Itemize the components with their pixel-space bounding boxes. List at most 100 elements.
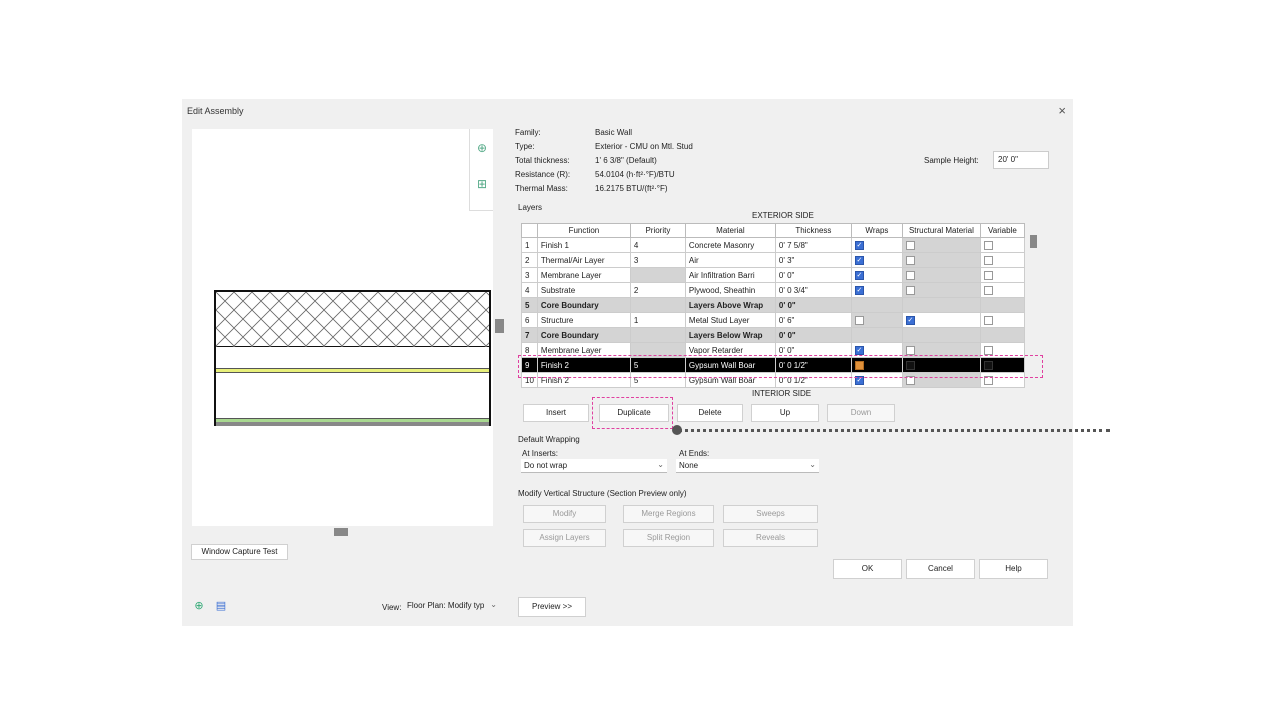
function-cell[interactable]: Structure <box>536 312 631 328</box>
wraps-cell[interactable] <box>850 297 903 313</box>
variable-cell[interactable] <box>979 312 1025 328</box>
column-header[interactable]: Function <box>536 223 631 238</box>
preview-scroll-thumb[interactable] <box>495 319 504 333</box>
table-row[interactable]: 1 Finish 1 4 Concrete Masonry 0' 7 5/8" ✓ <box>521 237 1025 253</box>
function-cell[interactable]: Core Boundary <box>536 327 631 343</box>
structural-material-cell[interactable] <box>901 237 981 253</box>
variable-checkbox[interactable] <box>983 270 993 280</box>
at-ends-select[interactable]: None ⌄ <box>676 459 819 473</box>
sample-height-input[interactable]: 20' 0" <box>993 151 1049 169</box>
preview-toggle-button[interactable]: Preview >> <box>518 597 586 617</box>
table-row[interactable]: 2 Thermal/Air Layer 3 Air 0' 3" ✓ <box>521 252 1025 268</box>
variable-cell[interactable] <box>979 357 1025 373</box>
priority-cell[interactable] <box>629 327 686 343</box>
column-header[interactable]: Priority <box>629 223 686 238</box>
material-cell[interactable]: Gypsum Wall Boar <box>684 357 776 373</box>
column-header[interactable] <box>521 223 538 238</box>
row-number[interactable]: 5 <box>521 297 538 313</box>
priority-cell[interactable] <box>629 297 686 313</box>
function-cell[interactable]: Finish 1 <box>536 237 631 253</box>
thickness-cell[interactable]: 0' 0" <box>774 327 852 343</box>
thickness-cell[interactable]: 0' 0 1/2" <box>774 372 852 388</box>
plan-view-icon[interactable]: ▤ <box>214 599 228 613</box>
at-inserts-select[interactable]: Do not wrap ⌄ <box>521 459 667 473</box>
wraps-checkbox[interactable]: ✓ <box>854 345 864 355</box>
thickness-cell[interactable]: 0' 0 3/4" <box>774 282 852 298</box>
priority-cell[interactable]: 5 <box>629 372 686 388</box>
down-button[interactable]: Down <box>827 404 895 422</box>
wraps-checkbox[interactable] <box>854 360 864 370</box>
wraps-cell[interactable] <box>850 312 903 328</box>
table-row[interactable]: 5 Core Boundary Layers Above Wrap 0' 0" <box>521 297 1025 313</box>
structural-material-checkbox[interactable]: ✓ <box>905 315 915 325</box>
table-row[interactable]: 6 Structure 1 Metal Stud Layer 0' 6" ✓ <box>521 312 1025 328</box>
delete-button[interactable]: Delete <box>677 404 743 422</box>
close-icon[interactable]: × <box>1058 103 1066 118</box>
variable-checkbox[interactable] <box>983 285 993 295</box>
material-cell[interactable]: Layers Above Wrap <box>684 297 776 313</box>
material-cell[interactable]: Metal Stud Layer <box>684 312 776 328</box>
structural-material-checkbox[interactable] <box>905 345 915 355</box>
structural-material-cell[interactable] <box>901 342 981 358</box>
view-select[interactable]: Floor Plan: Modify typ ⌄ <box>404 599 500 613</box>
structural-material-cell[interactable] <box>901 297 981 313</box>
merge-regions-button[interactable]: Merge Regions <box>623 505 714 523</box>
row-number[interactable]: 4 <box>521 282 538 298</box>
table-row[interactable]: 9 Finish 2 5 Gypsum Wall Boar 0' 0 1/2" <box>521 357 1025 373</box>
thickness-cell[interactable]: 0' 6" <box>774 312 852 328</box>
function-cell[interactable]: Finish 2 <box>536 357 631 373</box>
variable-cell[interactable] <box>979 237 1025 253</box>
section-view-icon[interactable]: ⊕ <box>192 599 206 613</box>
wraps-cell[interactable] <box>850 357 903 373</box>
structural-material-checkbox[interactable] <box>905 255 915 265</box>
row-number[interactable]: 8 <box>521 342 538 358</box>
wraps-checkbox[interactable] <box>854 315 864 325</box>
priority-cell[interactable] <box>629 267 686 283</box>
row-number[interactable]: 3 <box>521 267 538 283</box>
variable-cell[interactable] <box>979 342 1025 358</box>
variable-cell[interactable] <box>979 282 1025 298</box>
row-number[interactable]: 9 <box>521 357 538 373</box>
function-cell[interactable]: Membrane Layer <box>536 342 631 358</box>
wraps-checkbox[interactable]: ✓ <box>854 375 864 385</box>
wraps-cell[interactable] <box>850 327 903 343</box>
row-number[interactable]: 10 <box>521 372 538 388</box>
structural-material-checkbox[interactable] <box>905 270 915 280</box>
variable-cell[interactable] <box>979 327 1025 343</box>
variable-checkbox[interactable] <box>983 255 993 265</box>
priority-cell[interactable]: 1 <box>629 312 686 328</box>
row-number[interactable]: 1 <box>521 237 538 253</box>
table-row[interactable]: 8 Membrane Layer Vapor Retarder 0' 0" ✓ <box>521 342 1025 358</box>
structural-material-cell[interactable] <box>901 267 981 283</box>
row-number[interactable]: 2 <box>521 252 538 268</box>
thickness-cell[interactable]: 0' 3" <box>774 252 852 268</box>
priority-cell[interactable]: 2 <box>629 282 686 298</box>
layers-scrollbar[interactable] <box>1027 223 1039 383</box>
ok-button[interactable]: OK <box>833 559 902 579</box>
wraps-checkbox[interactable]: ✓ <box>854 270 864 280</box>
variable-checkbox[interactable] <box>983 375 993 385</box>
cancel-button[interactable]: Cancel <box>906 559 975 579</box>
variable-checkbox[interactable] <box>983 345 993 355</box>
column-header[interactable]: Material <box>684 223 776 238</box>
reveals-button[interactable]: Reveals <box>723 529 818 547</box>
material-cell[interactable]: Gypsum Wall Boar <box>684 372 776 388</box>
material-cell[interactable]: Layers Below Wrap <box>684 327 776 343</box>
wraps-cell[interactable]: ✓ <box>850 372 903 388</box>
structural-material-checkbox[interactable] <box>905 360 915 370</box>
function-cell[interactable]: Finish 2 <box>536 372 631 388</box>
help-button[interactable]: Help <box>979 559 1048 579</box>
structural-material-checkbox[interactable] <box>905 285 915 295</box>
variable-cell[interactable] <box>979 252 1025 268</box>
preview-horizontal-scroll-thumb[interactable] <box>334 528 348 536</box>
material-cell[interactable]: Vapor Retarder <box>684 342 776 358</box>
priority-cell[interactable]: 3 <box>629 252 686 268</box>
structural-material-cell[interactable]: ✓ <box>901 312 981 328</box>
structural-material-cell[interactable] <box>901 372 981 388</box>
material-cell[interactable]: Air Infiltration Barri <box>684 267 776 283</box>
priority-cell[interactable]: 4 <box>629 237 686 253</box>
wraps-cell[interactable]: ✓ <box>850 267 903 283</box>
assign-layers-button[interactable]: Assign Layers <box>523 529 606 547</box>
window-capture-test-button[interactable]: Window Capture Test <box>191 544 288 560</box>
function-cell[interactable]: Substrate <box>536 282 631 298</box>
